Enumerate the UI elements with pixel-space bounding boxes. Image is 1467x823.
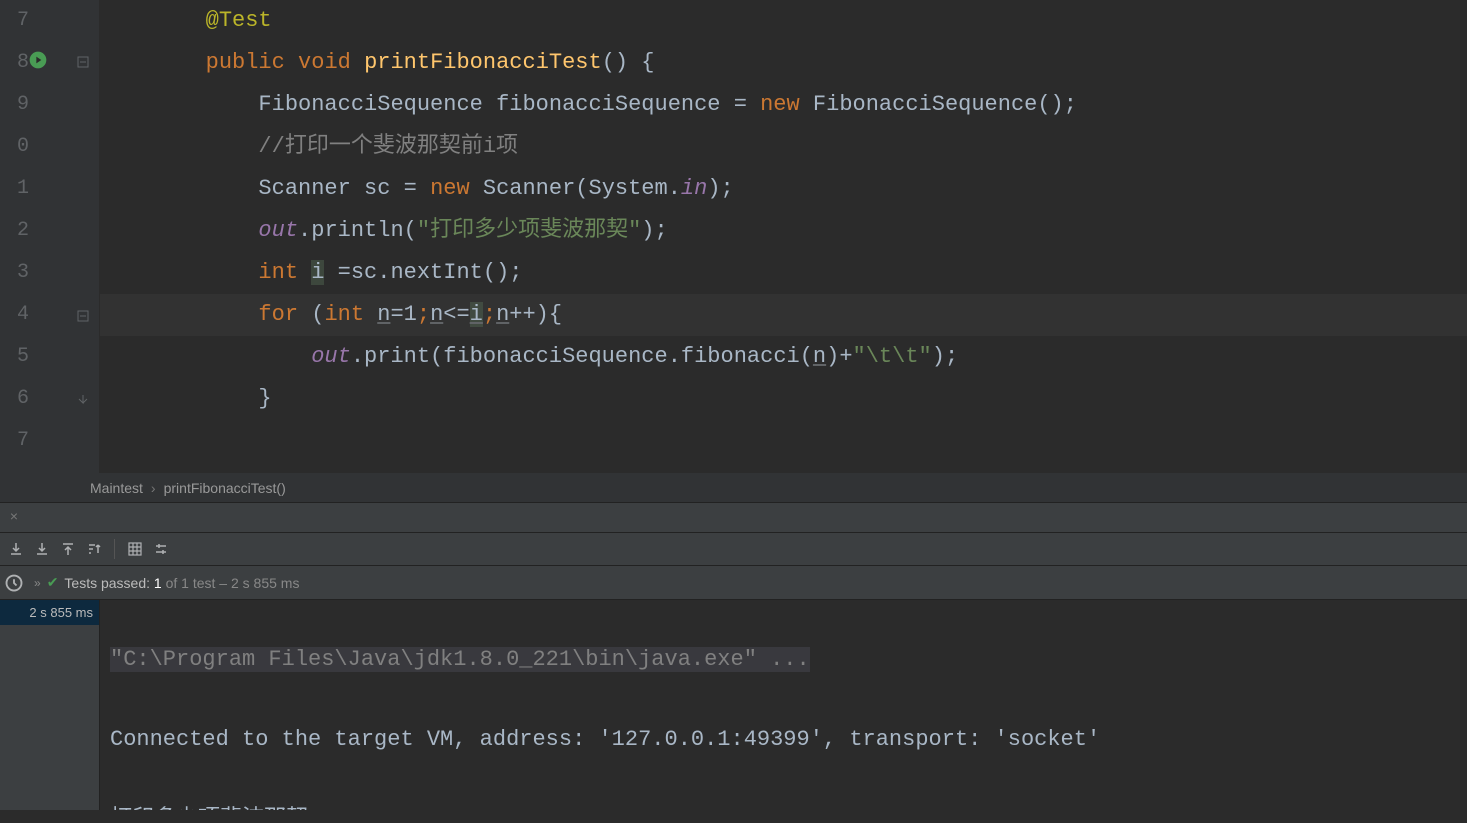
line-number[interactable]: 7 — [0, 420, 99, 462]
upload-icon[interactable] — [56, 537, 80, 561]
code-text: ); — [707, 176, 733, 201]
string-literal: "打印多少项斐波那契" — [417, 218, 641, 243]
line-number[interactable]: 1 — [0, 168, 99, 210]
expand-icon[interactable]: » — [34, 576, 41, 590]
console-output[interactable]: "C:\Program Files\Java\jdk1.8.0_221\bin\… — [100, 600, 1467, 810]
op: = — [390, 302, 403, 327]
breadcrumb[interactable]: Maintest › printFibonacciTest() — [0, 473, 1467, 503]
code-text: ); — [932, 344, 958, 369]
editor-area: 7 8 9 0 1 2 3 4 5 6 7 @Test public vo — [0, 0, 1467, 473]
code-area[interactable]: @Test public void printFibonacciTest() {… — [100, 0, 1467, 473]
variable-n: n — [430, 302, 443, 327]
keyword-public: public — [100, 50, 298, 75]
line-number[interactable]: 0 — [0, 126, 99, 168]
breadcrumb-method[interactable]: printFibonacciTest() — [164, 480, 286, 496]
line-number[interactable]: 5 — [0, 336, 99, 378]
console-line: Connected to the target VM, address: '12… — [110, 720, 1467, 760]
close-tab-icon[interactable]: × — [0, 503, 28, 533]
code-text: .println( — [298, 218, 417, 243]
test-tree[interactable]: 2 s 855 ms — [0, 600, 100, 810]
op: <= — [443, 302, 469, 327]
comment: //打印一个斐波那契前i项 — [100, 134, 518, 159]
code-text: FibonacciSequence(); — [813, 92, 1077, 117]
code-text: } — [100, 386, 272, 411]
download-icon[interactable] — [30, 537, 54, 561]
annotation: @Test — [100, 8, 272, 33]
toolbar-separator — [114, 539, 115, 559]
test-status-bar: » ✔ Tests passed: 1 of 1 test – 2 s 855 … — [0, 566, 1467, 600]
code-text: =sc.nextInt(); — [324, 260, 522, 285]
test-tree-duration[interactable]: 2 s 855 ms — [0, 600, 99, 625]
breadcrumb-separator: › — [151, 480, 156, 496]
console-wrap: 2 s 855 ms "C:\Program Files\Java\jdk1.8… — [0, 600, 1467, 810]
code-text: .print(fibonacciSequence.fibonacci( — [351, 344, 813, 369]
keyword-int: int — [100, 260, 311, 285]
semicolon: ; — [417, 302, 430, 327]
variable-i: i — [470, 302, 483, 327]
code-text: Scanner(System. — [483, 176, 681, 201]
code-text: FibonacciSequence fibonacciSequence = — [100, 92, 760, 117]
test-toolbar — [0, 533, 1467, 566]
code-text: )+ — [826, 344, 852, 369]
code-text: ); — [641, 218, 667, 243]
run-test-icon[interactable] — [28, 50, 48, 70]
line-number[interactable]: 3 — [0, 252, 99, 294]
fold-icon[interactable] — [77, 52, 89, 75]
semicolon: ; — [483, 302, 496, 327]
keyword-new: new — [760, 92, 813, 117]
sort-icon[interactable] — [82, 537, 106, 561]
line-number[interactable]: 7 — [0, 0, 99, 42]
history-icon[interactable] — [4, 573, 24, 593]
static-field: out — [100, 344, 351, 369]
variable-i: i — [311, 260, 324, 285]
fold-end-icon[interactable] — [77, 390, 89, 413]
code-text: ( — [311, 302, 324, 327]
keyword-int: int — [324, 302, 377, 327]
string-literal: "\t\t" — [853, 344, 932, 369]
line-number[interactable]: 2 — [0, 210, 99, 252]
method-name: printFibonacciTest — [364, 50, 602, 75]
check-icon: ✔ — [47, 574, 59, 591]
code-text: Scanner sc = — [100, 176, 430, 201]
gutter: 7 8 9 0 1 2 3 4 5 6 7 — [0, 0, 100, 473]
line-number[interactable]: 9 — [0, 84, 99, 126]
variable-n: n — [813, 344, 826, 369]
variable-n: n — [496, 302, 509, 327]
console-command: "C:\Program Files\Java\jdk1.8.0_221\bin\… — [110, 647, 810, 672]
variable-n: n — [377, 302, 390, 327]
code-text: () { — [602, 50, 655, 75]
op: ++){ — [509, 302, 562, 327]
keyword-void: void — [298, 50, 364, 75]
console-line: 打印多少项斐波那契 — [110, 800, 1467, 810]
download-icon[interactable] — [4, 537, 28, 561]
static-field: in — [681, 176, 707, 201]
tests-passed-label: Tests passed: 1 of 1 test – 2 s 855 ms — [64, 575, 299, 591]
grid-icon[interactable] — [123, 537, 147, 561]
breadcrumb-class[interactable]: Maintest — [90, 480, 143, 496]
keyword-for: for — [100, 302, 311, 327]
keyword-new: new — [430, 176, 483, 201]
tool-tab-bar: × — [0, 503, 1467, 533]
settings-icon[interactable] — [149, 537, 173, 561]
number: 1 — [404, 302, 417, 327]
fold-icon[interactable] — [77, 306, 89, 329]
static-field: out — [100, 218, 298, 243]
